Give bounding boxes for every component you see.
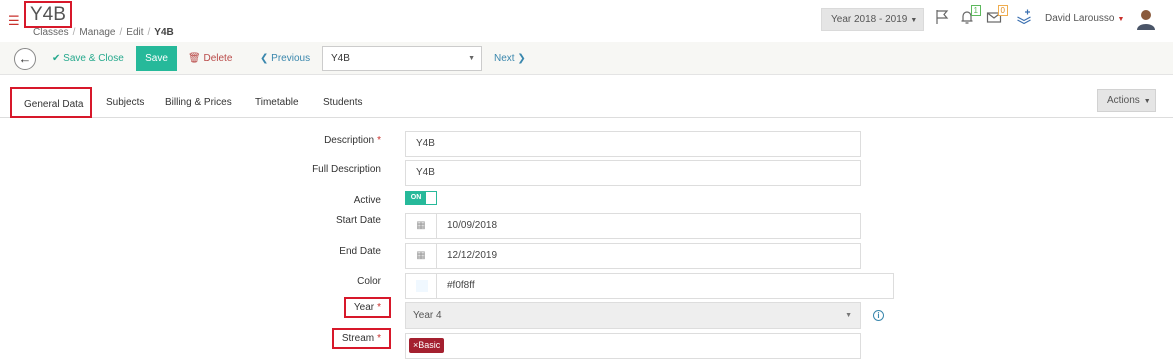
delete-button[interactable]: 🗑 Delete — [188, 53, 232, 64]
stream-label-text: Stream — [341, 333, 375, 344]
stream-tag-label: Basic — [418, 340, 441, 350]
tab-subjects[interactable]: Subjects — [106, 97, 144, 108]
user-name-label: David Larousso — [1045, 13, 1115, 24]
breadcrumb-item-manage[interactable]: Manage — [79, 27, 115, 38]
description-label-text: Description — [324, 135, 375, 146]
flag-icon[interactable] — [934, 9, 952, 27]
color-label: Color — [357, 276, 381, 287]
actions-dropdown[interactable]: Actions ▼ — [1097, 89, 1156, 112]
user-menu[interactable]: David Larousso ▼ — [1045, 13, 1124, 24]
school-year-label: Year 2018 - 2019 — [831, 14, 908, 25]
back-arrow-icon[interactable]: ← — [14, 48, 36, 70]
required-marker: * — [377, 135, 381, 146]
end-date-field[interactable]: ▦ 12/12/2019 — [405, 243, 861, 269]
breadcrumb-item-current: Y4B — [154, 27, 174, 38]
school-year-dropdown[interactable]: Year 2018 - 2019 ▼ — [821, 8, 924, 31]
description-label: Description * — [324, 135, 381, 146]
breadcrumb: Classes / Manage / Edit / Y4B — [33, 27, 174, 38]
chevron-left-icon: ❮ — [260, 53, 269, 64]
calendar-icon[interactable]: ▦ — [406, 214, 437, 238]
stream-field[interactable]: ×Basic — [405, 333, 861, 359]
color-swatch-fill — [416, 280, 428, 292]
end-date-value: 12/12/2019 — [447, 250, 498, 261]
previous-label: Previous — [271, 53, 311, 64]
color-value: #f0f8ff — [447, 280, 475, 291]
year-label-text: Year — [353, 302, 375, 313]
breadcrumb-item-classes[interactable]: Classes — [33, 27, 69, 38]
record-select[interactable]: Y4B ▼ — [322, 46, 482, 71]
tab-bar: General Data Subjects Billing & Prices T… — [0, 75, 1173, 118]
year-label: Year * — [343, 297, 391, 318]
page-title: Y4B — [24, 1, 72, 28]
year-select[interactable]: Year 4 ▼ — [405, 302, 861, 329]
caret-down-icon: ▼ — [1141, 98, 1151, 105]
caret-down-icon: ▼ — [910, 17, 918, 24]
start-date-value: 10/09/2018 — [447, 220, 498, 231]
next-label: Next — [494, 53, 515, 64]
chevron-right-icon: ❯ — [517, 53, 526, 64]
required-marker: * — [377, 302, 381, 313]
end-date-label: End Date — [339, 246, 381, 257]
active-label: Active — [353, 195, 381, 206]
stream-label: Stream * — [331, 328, 391, 349]
bell-icon[interactable]: 1 — [959, 5, 981, 27]
tab-timetable[interactable]: Timetable — [255, 97, 299, 108]
toggle-on-text: ON — [406, 192, 426, 204]
record-select-value: Y4B — [331, 53, 350, 64]
active-toggle[interactable]: ON — [405, 191, 437, 205]
stream-tag: ×Basic — [409, 338, 445, 353]
start-date-label: Start Date — [335, 215, 381, 226]
layers-icon[interactable] — [1016, 9, 1034, 27]
breadcrumb-item-edit[interactable]: Edit — [126, 27, 143, 38]
description-field[interactable]: Y4B — [405, 131, 861, 157]
calendar-icon[interactable]: ▦ — [406, 244, 437, 268]
save-close-label: Save & Close — [63, 53, 124, 64]
tab-billing-prices[interactable]: Billing & Prices — [165, 97, 232, 108]
envelope-icon[interactable]: 0 — [986, 5, 1008, 27]
hamburger-menu-icon[interactable]: ☰ — [8, 14, 20, 27]
color-field[interactable]: #f0f8ff — [405, 273, 894, 299]
previous-button[interactable]: ❮ Previous — [260, 53, 310, 64]
color-swatch[interactable] — [406, 274, 437, 298]
save-button[interactable]: Save — [136, 46, 177, 71]
year-select-value: Year 4 — [413, 310, 442, 321]
caret-down-icon: ▼ — [1117, 16, 1125, 23]
notification-count-badge: 1 — [970, 5, 981, 16]
avatar[interactable] — [1136, 8, 1156, 30]
check-icon: ✔ — [52, 53, 61, 64]
header: ☰ Y4B Classes / Manage / Edit / Y4B Year 2018 … — [0, 0, 1173, 42]
toolbar: ← ✔ Save & Close Save 🗑 Delete ❮ Previou… — [0, 42, 1173, 75]
full-description-field[interactable]: Y4B — [405, 160, 861, 186]
caret-down-icon: ▼ — [468, 55, 475, 62]
info-icon[interactable]: i — [873, 310, 884, 321]
save-close-button[interactable]: ✔ Save & Close — [52, 53, 124, 64]
message-count-badge: 0 — [997, 5, 1008, 16]
start-date-field[interactable]: ▦ 10/09/2018 — [405, 213, 861, 239]
required-marker: * — [377, 333, 381, 344]
delete-label: Delete — [203, 53, 233, 64]
tab-general-data[interactable]: General Data — [10, 87, 92, 118]
trash-icon: 🗑 — [188, 53, 201, 64]
actions-label: Actions — [1107, 95, 1140, 106]
full-description-label: Full Description — [312, 164, 381, 175]
caret-down-icon: ▼ — [845, 312, 852, 319]
tab-students[interactable]: Students — [323, 97, 362, 108]
next-button[interactable]: Next ❯ — [494, 53, 526, 64]
